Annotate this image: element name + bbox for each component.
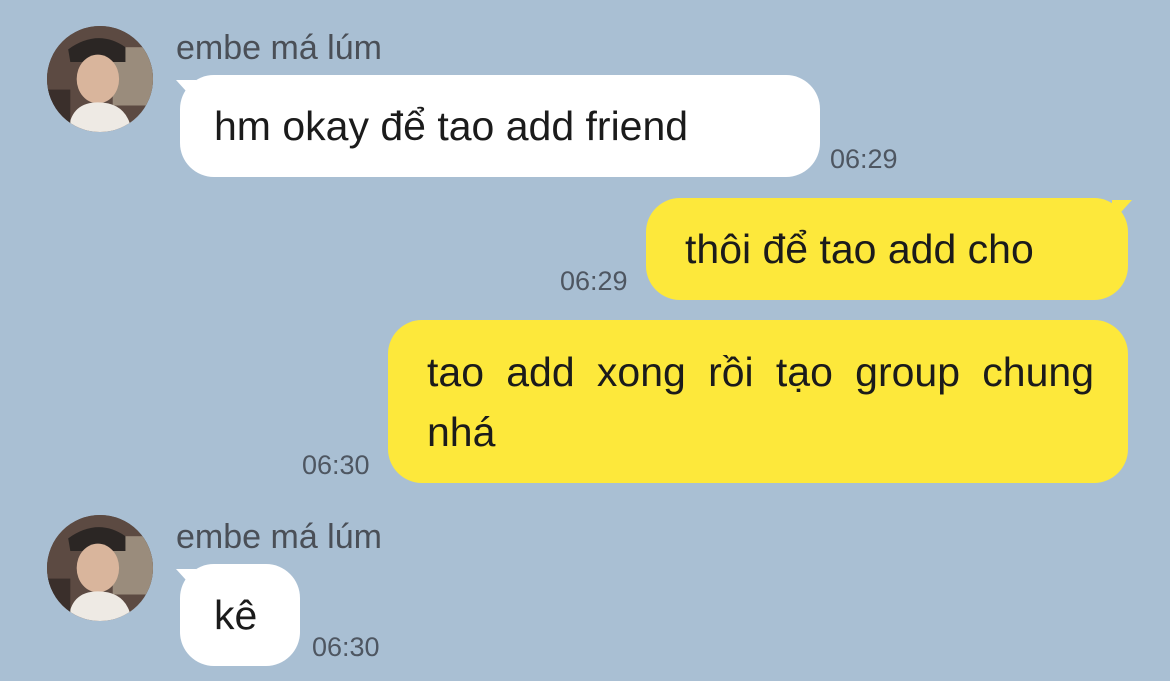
message-text: kê bbox=[214, 592, 258, 638]
bubble-tail bbox=[1112, 200, 1132, 222]
contact-avatar[interactable] bbox=[47, 26, 153, 132]
message-timestamp: 06:30 bbox=[312, 632, 380, 662]
message-text: hm okay để tao add friend bbox=[214, 103, 689, 149]
message-timestamp: 06:29 bbox=[830, 144, 898, 174]
avatar-photo bbox=[47, 26, 153, 132]
outgoing-message-bubble[interactable]: tao add xong rồi tạo group chung nhá bbox=[388, 320, 1128, 483]
incoming-message-bubble[interactable]: hm okay để tao add friend bbox=[180, 75, 820, 177]
avatar-photo bbox=[47, 515, 153, 621]
bubble-tail bbox=[176, 569, 196, 591]
sender-name: embe má lúm bbox=[176, 518, 382, 556]
outgoing-message-bubble[interactable]: thôi để tao add cho bbox=[646, 198, 1128, 300]
message-timestamp: 06:30 bbox=[302, 450, 370, 480]
contact-avatar[interactable] bbox=[47, 515, 153, 621]
message-text: thôi để tao add cho bbox=[685, 226, 1034, 272]
bubble-tail bbox=[176, 80, 196, 102]
incoming-message-bubble[interactable]: kê bbox=[180, 564, 300, 666]
message-text: tao add xong rồi tạo group chung nhá bbox=[427, 349, 1094, 455]
chat-thread[interactable]: embe má lúm hm okay để tao add friend 06… bbox=[0, 0, 1170, 681]
sender-name: embe má lúm bbox=[176, 29, 382, 67]
message-timestamp: 06:29 bbox=[560, 266, 628, 296]
